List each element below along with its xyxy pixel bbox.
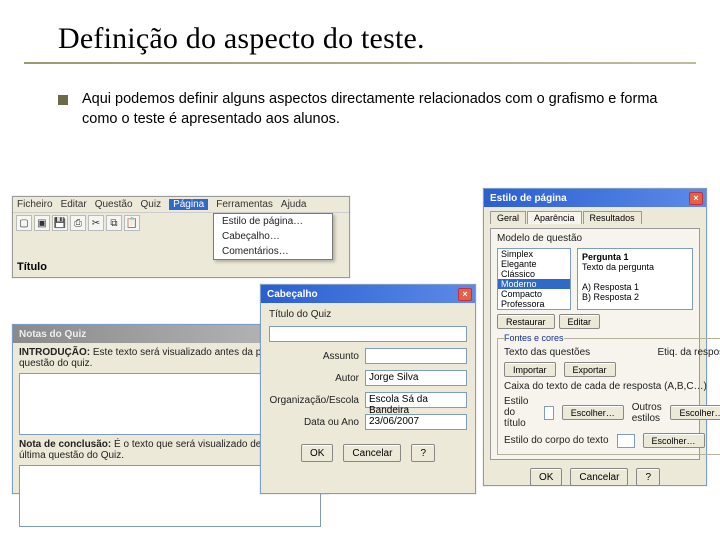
new-icon[interactable]: ▢ — [16, 215, 32, 231]
tab-aparencia[interactable]: Aparência — [527, 211, 582, 224]
print-icon[interactable]: ⎙ — [70, 215, 86, 231]
titulo-label: Título — [17, 261, 47, 273]
editar-button[interactable]: Editar — [559, 314, 601, 329]
cancel-button[interactable]: Cancelar — [570, 468, 628, 486]
data-field[interactable]: 23/06/2007 — [365, 414, 467, 430]
color-swatch[interactable] — [617, 434, 635, 448]
help-button[interactable]: ? — [411, 444, 435, 462]
data-label: Data ou Ano — [269, 417, 359, 428]
cut-icon[interactable]: ✂ — [88, 215, 104, 231]
fontes-cores-group: Fontes e cores Texto das questões Etiq. … — [497, 333, 720, 455]
importar-button[interactable]: Importar — [504, 362, 556, 377]
aparencia-panel: Modelo de questão Simplex Elegante Cláss… — [490, 228, 700, 460]
notas-title: Notas do Quiz — [19, 329, 86, 340]
ok-button[interactable]: OK — [301, 444, 333, 462]
restaurar-button[interactable]: Restaurar — [497, 314, 555, 329]
slide-title: Definição do aspecto do teste. — [0, 0, 720, 62]
pagina-dropdown: Estilo de página… Cabeçalho… Comentários… — [213, 213, 333, 260]
menu-ajuda[interactable]: Ajuda — [281, 199, 307, 210]
estilo-titlebar: Estilo de página × — [484, 189, 706, 207]
fontes-label: Fontes e cores — [504, 333, 564, 343]
list-item[interactable]: Professora — [498, 299, 570, 309]
tabs: Geral Aparência Resultados — [490, 211, 700, 224]
ok-button[interactable]: OK — [530, 468, 562, 486]
escolher2-button[interactable]: Escolher… — [670, 405, 720, 420]
list-item[interactable]: Elegante — [498, 259, 570, 269]
copy-icon[interactable]: ⧉ — [106, 215, 122, 231]
exportar-button[interactable]: Exportar — [564, 362, 616, 377]
close-icon[interactable]: × — [689, 192, 703, 205]
menu-item-estilo[interactable]: Estilo de página… — [214, 214, 332, 229]
titulo-quiz-label: Título do Quiz — [269, 309, 467, 320]
escolher-button[interactable]: Escolher… — [562, 405, 624, 420]
menubar: Ficheiro Editar Questão Quiz Página Ferr… — [13, 197, 349, 212]
style-listbox[interactable]: Simplex Elegante Clássico Moderno Compac… — [497, 248, 571, 310]
menu-quiz[interactable]: Quiz — [141, 199, 162, 210]
modelo-label: Modelo de questão — [497, 233, 693, 244]
estilo-title: Estilo de página — [490, 193, 567, 204]
help-button[interactable]: ? — [636, 468, 660, 486]
menu-questao[interactable]: Questão — [95, 199, 133, 210]
paste-icon[interactable]: 📋 — [124, 215, 140, 231]
save-icon[interactable]: 💾 — [52, 215, 68, 231]
tab-resultados[interactable]: Resultados — [583, 211, 642, 224]
cabecalho-window: Cabeçalho × Título do Quiz Assunto Autor… — [260, 284, 476, 494]
cabecalho-title: Cabeçalho — [267, 289, 318, 300]
autor-label: Autor — [269, 373, 359, 384]
cancel-button[interactable]: Cancelar — [343, 444, 401, 462]
texto-questoes-label: Texto das questões — [504, 347, 590, 358]
estilo-titulo-label: Estilo do título — [504, 396, 536, 429]
menu-item-cabecalho[interactable]: Cabeçalho… — [214, 229, 332, 244]
assunto-label: Assunto — [269, 351, 359, 362]
app-toolbar-window: Ficheiro Editar Questão Quiz Página Ferr… — [12, 196, 350, 278]
menu-item-comentarios[interactable]: Comentários… — [214, 244, 332, 259]
autor-field[interactable]: Jorge Silva — [365, 370, 467, 386]
assunto-field[interactable] — [365, 348, 467, 364]
list-item[interactable]: Compacto — [498, 289, 570, 299]
caixa-label: Caixa do texto de cada de resposta (A,B,… — [504, 381, 720, 392]
org-field[interactable]: Escola Sá da Bandeira — [365, 392, 467, 408]
etiq-resposta-label: Etiq. da resposta — [657, 347, 720, 358]
menu-pagina[interactable]: Página — [169, 199, 208, 210]
menu-ferramentas[interactable]: Ferramentas — [216, 199, 273, 210]
close-icon[interactable]: × — [458, 288, 472, 301]
escolher3-button[interactable]: Escolher… — [643, 433, 705, 448]
open-icon[interactable]: ▣ — [34, 215, 50, 231]
menu-ficheiro[interactable]: Ficheiro — [17, 199, 53, 210]
color-swatch[interactable] — [544, 406, 554, 420]
menu-editar[interactable]: Editar — [61, 199, 87, 210]
tab-geral[interactable]: Geral — [490, 211, 526, 224]
estilo-corpo-label: Estilo do corpo do texto — [504, 435, 609, 446]
bullet-item: Aqui podemos definir alguns aspectos dir… — [0, 64, 720, 129]
org-label: Organização/Escola — [269, 395, 359, 406]
list-item-selected[interactable]: Moderno — [498, 279, 570, 289]
bullet-square-icon — [58, 95, 68, 105]
outros-estilos-label: Outros estilos — [632, 402, 663, 424]
list-item[interactable]: Simplex — [498, 249, 570, 259]
cabecalho-titlebar: Cabeçalho × — [261, 285, 475, 303]
style-preview: Pergunta 1 Texto da pergunta A) Resposta… — [577, 248, 693, 310]
estilo-window: Estilo de página × Geral Aparência Resul… — [483, 188, 707, 486]
bullet-text: Aqui podemos definir alguns aspectos dir… — [82, 90, 680, 129]
list-item[interactable]: Clássico — [498, 269, 570, 279]
titulo-quiz-field[interactable] — [269, 326, 467, 342]
